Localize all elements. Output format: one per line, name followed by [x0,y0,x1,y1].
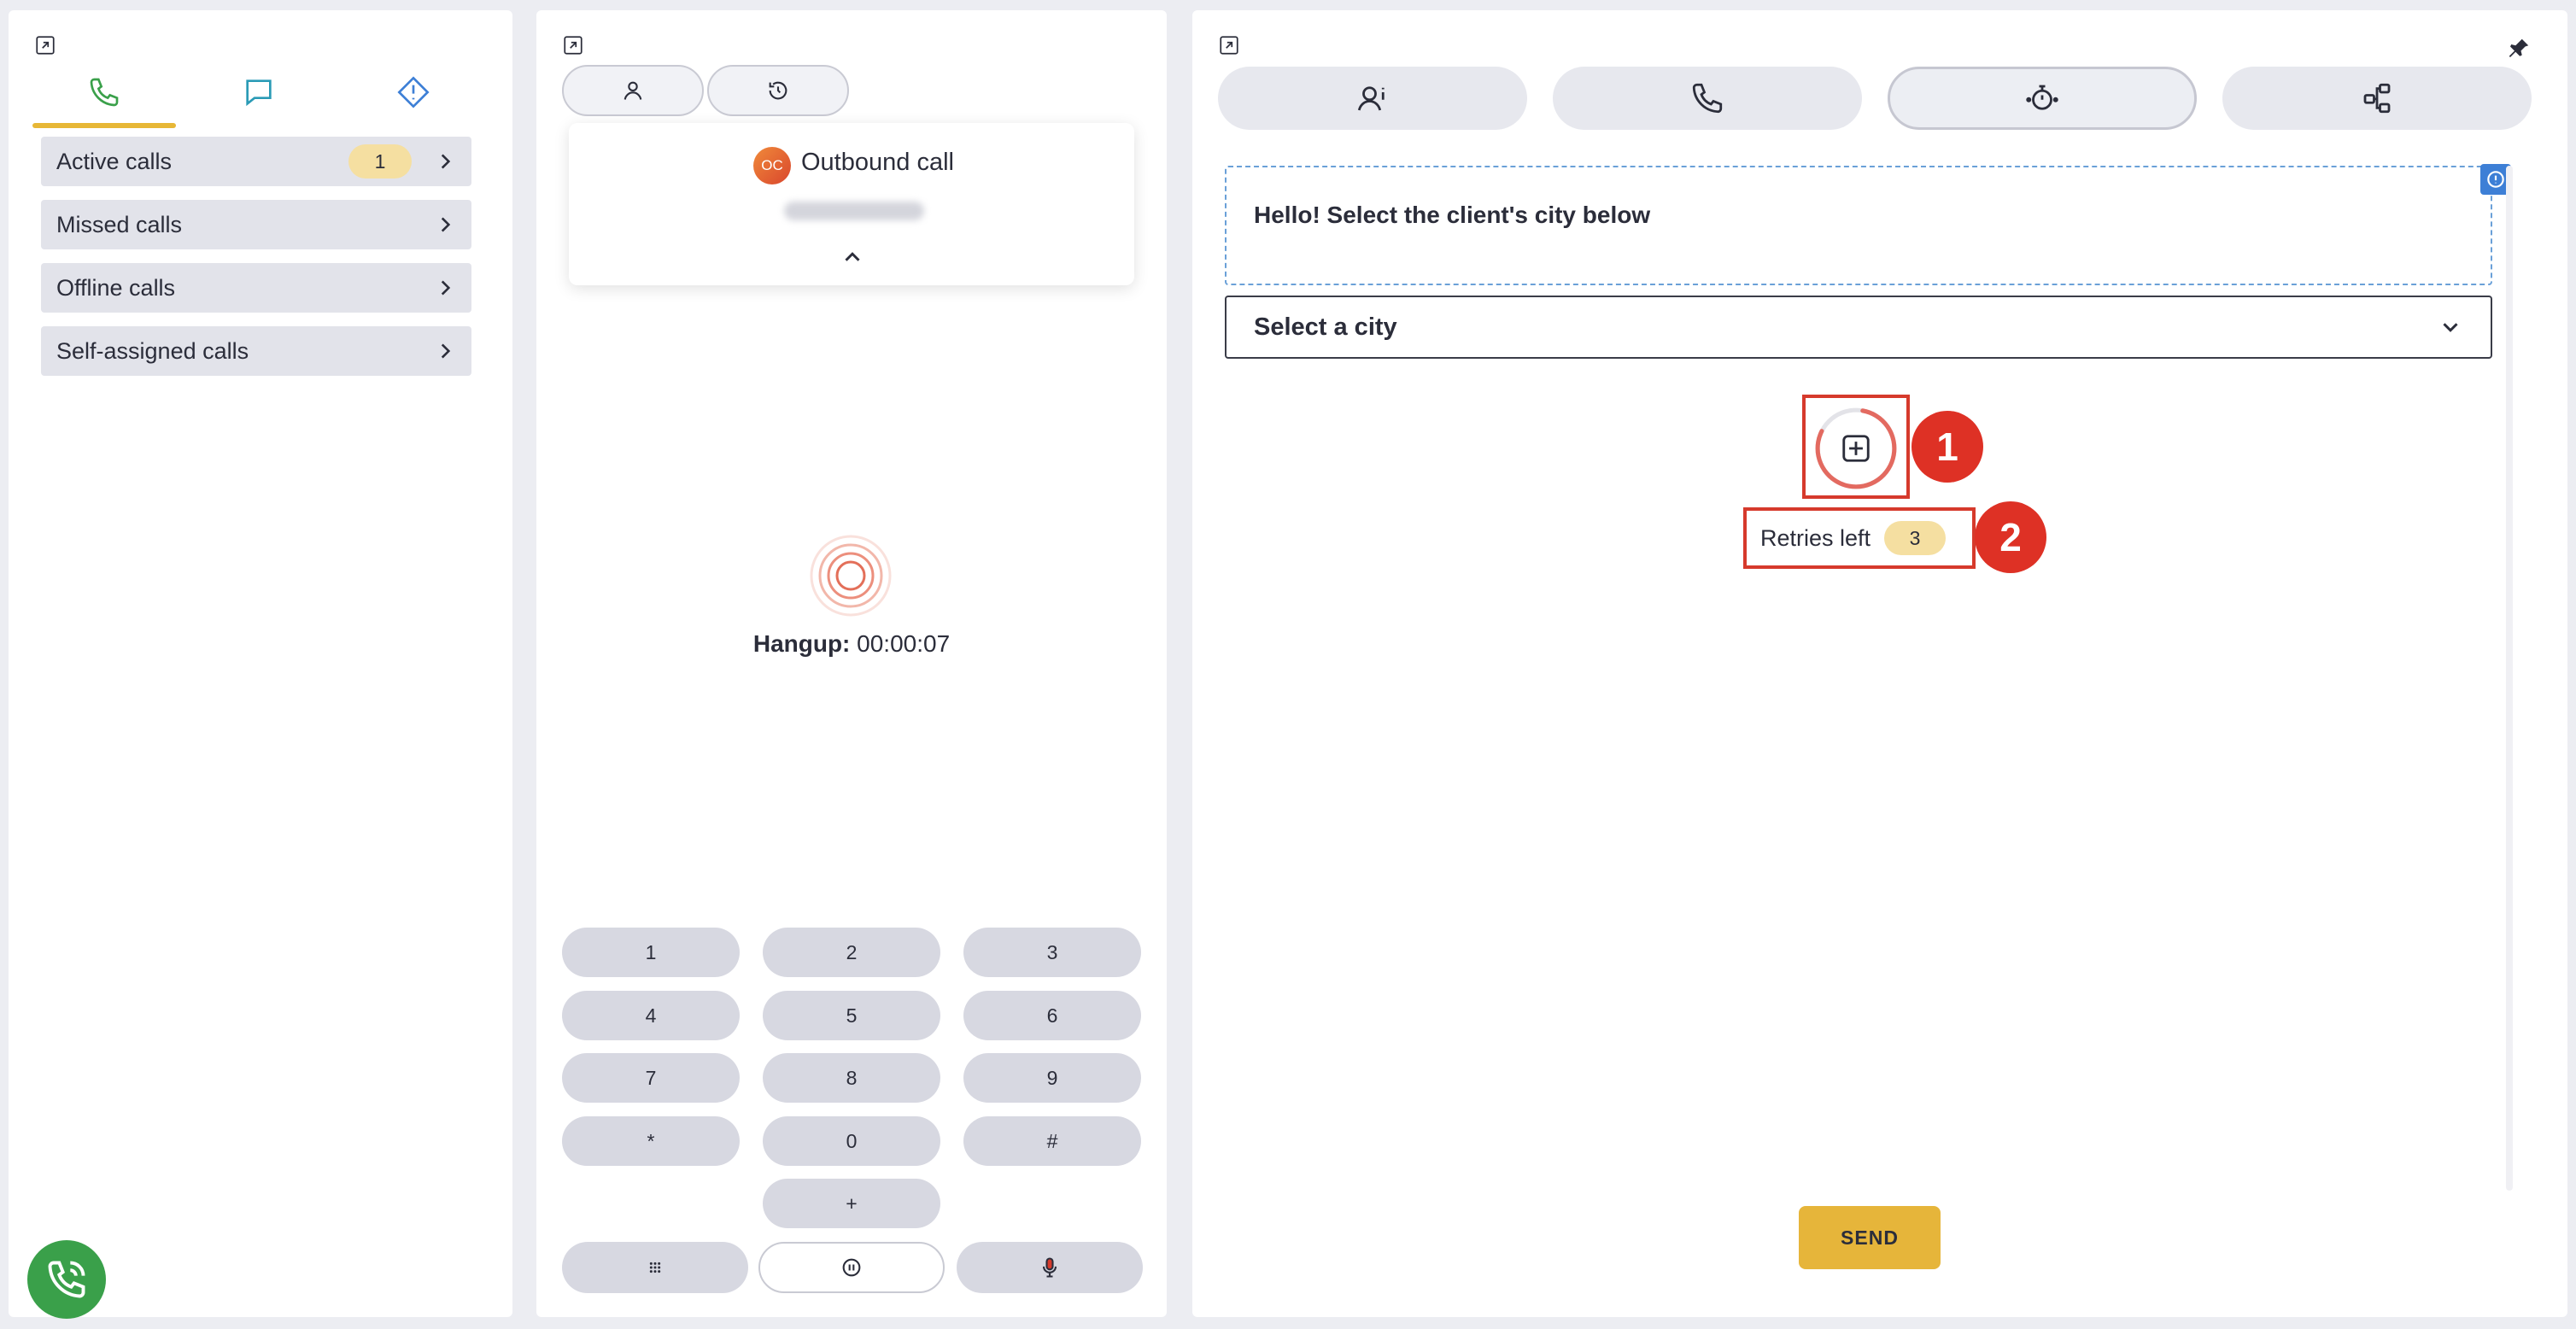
softphone-button[interactable] [27,1240,106,1319]
missed-calls-item[interactable]: Missed calls [41,200,471,249]
keypad-key[interactable]: 4 [562,991,740,1040]
alert-diamond-icon [397,76,430,108]
retries-count-badge: 3 [1884,521,1947,555]
contact-button[interactable] [562,65,704,116]
annotation-marker-2: 2 [1975,501,2046,573]
microphone-icon [1042,1257,1057,1278]
script-message: Hello! Select the client's city below [1254,202,1651,228]
call-lists-panel: Active calls 1 Missed calls Offline call… [9,10,512,1319]
agent-info-icon [1357,86,1385,111]
add-square-icon[interactable] [1840,432,1872,465]
call-item-label: Missed calls [56,211,183,237]
scrollbar[interactable] [2506,166,2513,1191]
history-button[interactable] [707,65,849,116]
call-item-label: Self-assigned calls [56,337,249,364]
chevron-right-icon [441,154,451,169]
chat-icon [246,79,272,107]
keypad-key[interactable]: # [963,1116,1141,1166]
chevron-down-icon [2443,323,2458,332]
chevron-right-icon [441,343,451,359]
city-select-value: Select a city [1254,313,1397,341]
mute-button[interactable] [957,1242,1143,1293]
history-icon [769,81,787,100]
call-type-tabs [32,61,485,130]
call-item-label: Offline calls [56,274,176,301]
annotation-marker-1: 1 [1912,411,1983,483]
expand-panel-icon[interactable] [562,34,584,56]
tab-chats[interactable] [187,61,331,130]
user-icon [624,81,642,100]
keypad-key[interactable]: + [763,1179,940,1228]
phone-call-icon [48,1261,85,1298]
caller-avatar: OC [753,147,791,184]
expand-panel-icon[interactable] [34,34,56,56]
dialpad-toggle-button[interactable] [562,1242,748,1293]
keypad-key[interactable]: 1 [562,928,740,977]
hold-button[interactable] [758,1242,945,1293]
current-call-card: OC Outbound call [569,123,1134,285]
retries-label: Retries left [1760,524,1871,551]
ringing-indicator-icon [810,535,892,617]
city-select[interactable]: Select a city [1225,296,2492,359]
script-message-block: Hello! Select the client's city below [1225,164,2511,285]
blurred-phone-number [784,202,924,220]
offline-calls-item[interactable]: Offline calls [41,263,471,313]
keypad-key[interactable]: 6 [963,991,1141,1040]
hangup-timer: Hangup: 00:00:07 [536,630,1167,658]
tab-call[interactable] [1553,67,1862,130]
hangup-time: 00:00:07 [857,630,951,657]
dialpad-icon [649,1262,661,1273]
info-icon [2487,171,2504,188]
pin-icon[interactable] [2506,36,2532,61]
chevron-up-icon[interactable] [840,244,865,270]
call-item-label: Active calls [56,148,173,174]
chevron-right-icon [441,280,451,296]
tab-agent-info[interactable] [1218,67,1527,130]
phone-icon [1692,83,1723,114]
call-title: Outbound call [801,149,954,176]
tab-timer[interactable] [1888,67,2197,130]
keypad-key[interactable]: 3 [963,928,1141,977]
keypad-key[interactable]: 9 [963,1053,1141,1103]
keypad-key[interactable]: 7 [562,1053,740,1103]
call-control-panel: OC Outbound call Hangup: 00:00:07 1 2 3 … [536,10,1167,1317]
timer-icon [2026,85,2058,110]
active-calls-item[interactable]: Active calls 1 [41,137,471,186]
active-tab-indicator [32,123,176,128]
keypad-key[interactable]: 0 [763,1116,940,1166]
hangup-label: Hangup: [752,630,851,657]
keypad-key[interactable]: 8 [763,1053,940,1103]
keypad-key[interactable]: * [562,1116,740,1166]
active-calls-count-badge: 1 [348,144,412,179]
flow-icon [2363,83,2391,114]
tab-flow[interactable] [2222,67,2532,130]
script-panel: Hello! Select the client's city below Se… [1192,10,2567,1317]
send-button[interactable]: SEND [1799,1206,1941,1269]
keypad-key[interactable]: 2 [763,928,940,977]
expand-panel-icon[interactable] [1218,34,1240,56]
keypad-key[interactable]: 5 [763,991,940,1040]
self-assigned-calls-item[interactable]: Self-assigned calls [41,326,471,376]
tab-alerts[interactable] [342,61,485,130]
annotation-frame-2: Retries left 3 [1743,507,1976,569]
tab-calls[interactable] [32,61,176,130]
chevron-right-icon [441,217,451,232]
phone-icon [90,78,119,107]
pause-icon [842,1258,861,1277]
